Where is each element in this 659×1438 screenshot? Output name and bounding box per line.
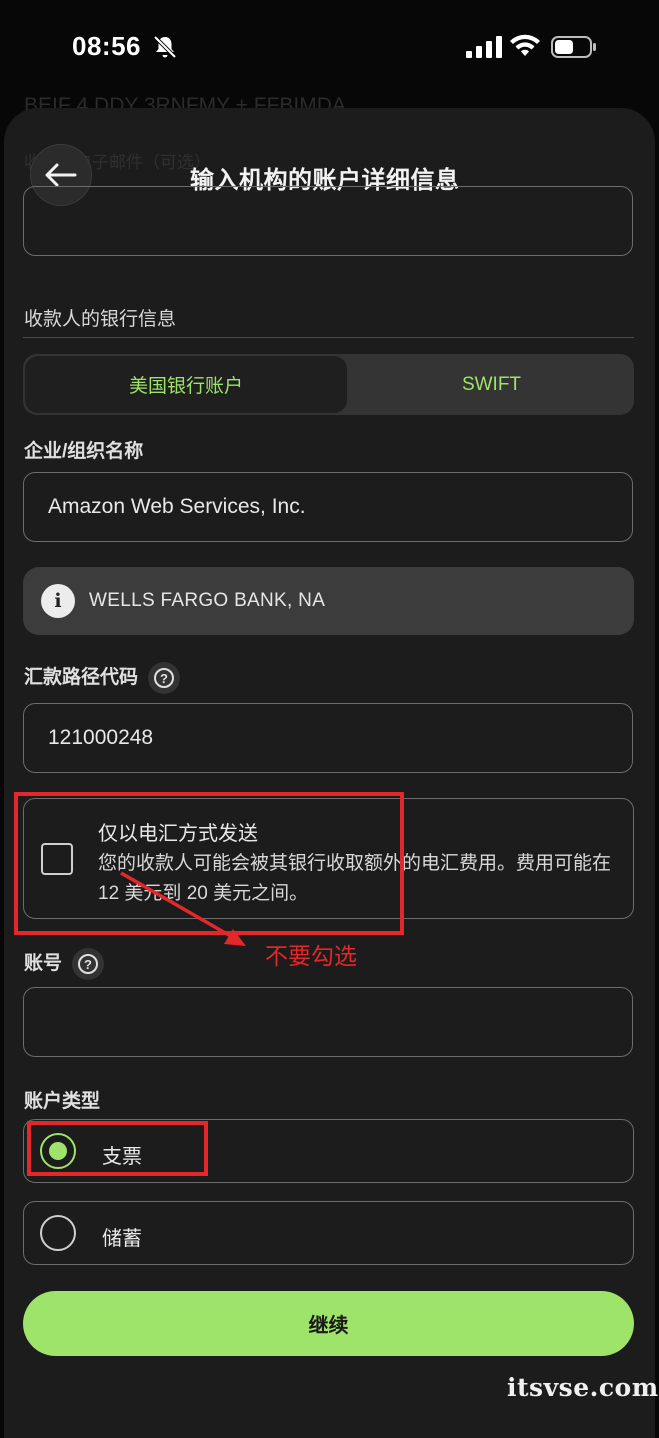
question-icon: ? bbox=[78, 954, 99, 974]
account-number-label: 账号? bbox=[24, 948, 105, 980]
divider bbox=[23, 337, 634, 338]
account-number-label-text: 账号 bbox=[24, 953, 63, 975]
account-tabs: 美国银行账户 SWIFT bbox=[23, 354, 634, 415]
wifi-icon bbox=[510, 34, 540, 56]
account-type-savings[interactable]: 储蓄 bbox=[23, 1201, 634, 1265]
routing-number-label: 汇款路径代码? bbox=[24, 662, 181, 694]
bank-info-box: i WELLS FARGO BANK, NA bbox=[23, 567, 634, 635]
continue-button[interactable]: 继续 bbox=[23, 1291, 634, 1356]
company-name-input[interactable]: Amazon Web Services, Inc. bbox=[23, 472, 633, 542]
account-help-button[interactable]: ? bbox=[72, 948, 105, 980]
info-icon: i bbox=[41, 584, 75, 618]
cellular-signal-icon bbox=[466, 36, 502, 58]
email-field[interactable] bbox=[23, 186, 633, 256]
routing-number-value: 121000248 bbox=[48, 726, 154, 749]
question-icon: ? bbox=[154, 668, 175, 688]
watermark: itsvse.com bbox=[507, 1373, 659, 1402]
tab-swift[interactable]: SWIFT bbox=[349, 354, 634, 415]
annotation-box-checking bbox=[27, 1121, 208, 1176]
account-type-label: 账户类型 bbox=[24, 1091, 101, 1112]
account-number-input[interactable] bbox=[23, 987, 633, 1057]
company-name-value: Amazon Web Services, Inc. bbox=[48, 495, 306, 518]
routing-number-input[interactable]: 121000248 bbox=[23, 703, 633, 773]
annotation-text: 不要勾选 bbox=[265, 943, 357, 969]
radio-savings-label: 储蓄 bbox=[102, 1228, 142, 1250]
bank-name: WELLS FARGO BANK, NA bbox=[89, 590, 326, 611]
routing-help-button[interactable]: ? bbox=[148, 662, 181, 694]
bell-muted-icon bbox=[153, 35, 177, 59]
status-time: 08:56 bbox=[72, 31, 141, 61]
routing-number-label-text: 汇款路径代码 bbox=[24, 667, 139, 689]
company-name-label: 企业/组织名称 bbox=[24, 441, 144, 462]
radio-savings[interactable] bbox=[40, 1215, 76, 1251]
annotation-box-wire-option bbox=[14, 792, 404, 935]
section-label-bank-info: 收款人的银行信息 bbox=[24, 309, 177, 330]
battery-icon bbox=[551, 36, 596, 58]
arrow-left-icon bbox=[45, 163, 77, 187]
tab-us-bank-account[interactable]: 美国银行账户 bbox=[25, 356, 347, 413]
